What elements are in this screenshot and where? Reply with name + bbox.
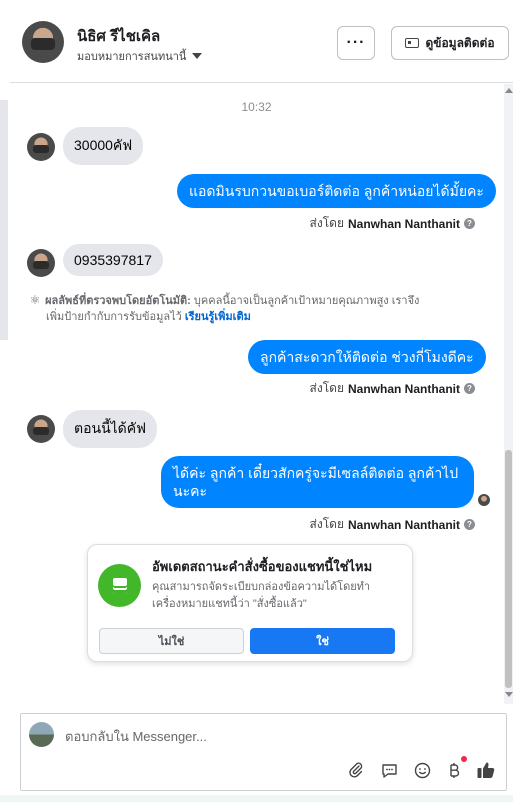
scroll-down-arrow-icon[interactable] (505, 692, 513, 697)
sender-avatar[interactable] (27, 133, 55, 161)
sent-by-name: Nanwhan Nanthanit (347, 216, 460, 231)
receipt-icon (98, 564, 141, 607)
assign-label: มอบหมายการสนทนานี้ (77, 51, 187, 63)
bottom-status-strip (0, 795, 513, 802)
message-line: ได้ค่ะ ลูกค้า เดี๋ยวสักครู่จะมีเซลล์ติดต… (173, 465, 459, 481)
sender-avatar[interactable] (27, 249, 55, 277)
page-avatar (29, 722, 54, 747)
sent-by-name: Nanwhan Nanthanit (347, 517, 460, 532)
like-icon[interactable] (475, 759, 497, 781)
contact-name[interactable]: นิธิศ รีไชเคิล (77, 24, 160, 48)
order-yes-button[interactable]: ใช่ (250, 628, 395, 654)
conversation-header: นิธิศ รีไชเคิล มอบหมายการสนทนานี้ ··· ดู… (10, 5, 513, 83)
sent-by-prefix: ส่งโดย (309, 216, 344, 230)
order-no-button[interactable]: ไม่ใช่ (99, 628, 244, 654)
more-options-button[interactable]: ··· (337, 26, 375, 60)
auto-detect-label: ผลลัพธ์ที่ตรวจพบโดยอัตโนมัติ: (45, 295, 191, 307)
learn-more-link[interactable]: เรียนรู้เพิ่มเติม (185, 311, 251, 323)
outgoing-message[interactable]: แอดมินรบกวนขอเบอร์ติดต่อ ลูกค้าหน่อยได้ม… (177, 174, 496, 208)
outgoing-message[interactable]: ได้ค่ะ ลูกค้า เดี๋ยวสักครู่จะมีเซลล์ติดต… (161, 456, 474, 508)
view-contact-button[interactable]: ดูข้อมูลติดต่อ (391, 26, 509, 60)
attachment-icon[interactable] (345, 759, 367, 781)
sent-by-label: ส่งโดย Nanwhan Nanthanit ? (310, 379, 475, 398)
emoji-icon[interactable] (411, 759, 433, 781)
sent-by-name: Nanwhan Nanthanit (347, 381, 460, 396)
incoming-message[interactable]: 30000คัฟ (63, 127, 144, 165)
incoming-message[interactable]: 0935397817 (63, 244, 163, 276)
order-card-title: อัพเดตสถานะคำสั่งซื้อของแชทนี้ใช่ไหม (152, 559, 373, 574)
seen-indicator-avatar (478, 494, 490, 506)
auto-detect-text: บุคคลนี้อาจเป็นลูกค้าเป้าหมายคุณภาพสูง เ… (193, 295, 420, 307)
help-icon[interactable]: ? (464, 218, 475, 229)
order-card-description: คุณสามารถจัดระเบียบกล่องข้อความได้โดยทำ … (152, 579, 402, 613)
view-contact-label: ดูข้อมูลติดต่อ (425, 35, 495, 50)
auto-detect-notice: ⚛ ผลลัพธ์ที่ตรวจพบโดยอัตโนมัติ: บุคคลนี้… (28, 292, 478, 325)
help-icon[interactable]: ? (464, 383, 475, 394)
help-icon[interactable]: ? (464, 519, 475, 530)
auto-detect-text-2: เพิ่มป้ายกำกับการรับข้อมูลไว้ (46, 311, 182, 323)
message-timestamp: 10:32 (241, 100, 272, 114)
sent-by-prefix: ส่งโดย (309, 381, 344, 395)
message-line: นะคะ (173, 483, 207, 499)
contact-card-icon (405, 38, 420, 48)
baht-payment-icon[interactable] (443, 759, 465, 781)
sender-avatar[interactable] (27, 415, 55, 443)
sent-by-label: ส่งโดย Nanwhan Nanthanit ? (310, 515, 475, 534)
saved-replies-icon[interactable] (378, 759, 400, 781)
assign-conversation-dropdown[interactable]: มอบหมายการสนทนานี้ (77, 47, 203, 65)
order-status-card: อัพเดตสถานะคำสั่งซื้อของแชทนี้ใช่ไหม คุณ… (87, 544, 413, 662)
message-composer (20, 713, 507, 791)
notification-dot (461, 756, 467, 762)
scroll-up-arrow-icon[interactable] (505, 88, 513, 93)
order-desc-line: คุณสามารถจัดระเบียบกล่องข้อความได้โดยทำ (152, 581, 371, 593)
sent-by-prefix: ส่งโดย (309, 517, 344, 531)
order-desc-line: เครื่องหมายแชทนี้ว่า "สั่งซื้อแล้ว" (152, 598, 307, 610)
atom-icon: ⚛ (29, 293, 41, 307)
reply-input[interactable] (65, 729, 465, 744)
sent-by-label: ส่งโดย Nanwhan Nanthanit ? (310, 214, 475, 233)
left-panel-scrollbar[interactable] (0, 100, 8, 340)
contact-avatar[interactable] (22, 21, 64, 63)
incoming-message[interactable]: ตอนนี้ได้คัฟ (63, 410, 158, 448)
caret-down-icon (192, 53, 203, 59)
scrollbar-thumb[interactable] (505, 450, 512, 688)
outgoing-message[interactable]: ลูกค้าสะดวกให้ติดต่อ ช่วงกี่โมงดีคะ (248, 340, 486, 374)
